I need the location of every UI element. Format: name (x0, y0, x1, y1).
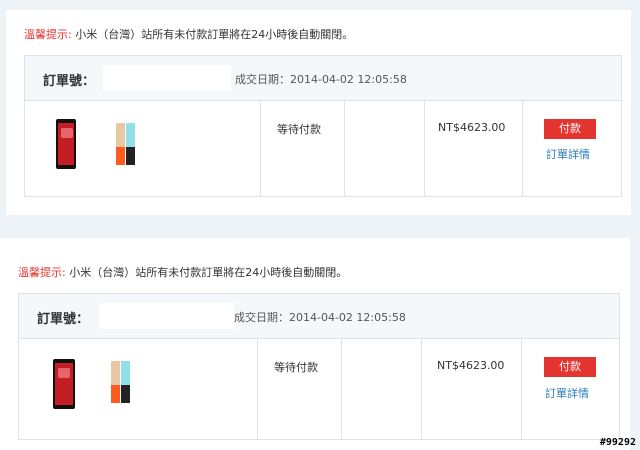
product-cell (25, 101, 261, 196)
phone-icon[interactable] (53, 359, 75, 409)
order-date: 成交日期：2014-04-02 12:05:58 (234, 311, 406, 324)
powerbank-icon[interactable] (111, 361, 120, 403)
empty-cell (341, 339, 422, 439)
pay-button[interactable]: 付款 (544, 357, 596, 377)
order-number-value (103, 65, 231, 91)
action-cell: 付款 訂單詳情 (521, 339, 619, 439)
notice-warning: 溫馨提示: (24, 28, 72, 41)
price-cell: NT$4623.00 (424, 101, 523, 196)
notice-warning: 溫馨提示: (18, 266, 66, 279)
status-cell: 等待付款 (260, 101, 345, 196)
powerbank-icon[interactable] (126, 123, 135, 165)
order-status: 等待付款 (277, 123, 321, 136)
order-header: 訂單號： 成交日期：2014-04-02 12:05:58 (25, 56, 621, 101)
order-row: 等待付款 NT$4623.00 付款 訂單詳情 (25, 101, 621, 196)
order-detail-link[interactable]: 訂單詳情 (545, 385, 589, 401)
action-cell: 付款 訂單詳情 (522, 101, 621, 196)
order-number-label: 訂單號： (37, 312, 90, 327)
powerbank-icon[interactable] (121, 361, 130, 403)
order-status: 等待付款 (274, 361, 318, 374)
pay-button[interactable]: 付款 (544, 119, 596, 139)
notice-message: 小米（台灣）站所有未付款訂單將在24小時後自動關閉。 (71, 28, 354, 41)
watermark: #99292 (599, 437, 636, 448)
order-price: NT$4623.00 (437, 359, 505, 372)
powerbank-icon[interactable] (116, 123, 125, 165)
phone-icon[interactable] (56, 119, 76, 169)
order-card: 訂單號： 成交日期：2014-04-02 12:05:58 等待付款 NT$46… (18, 293, 620, 440)
order-price: NT$4623.00 (438, 121, 506, 134)
empty-cell (344, 101, 425, 196)
notice-banner: 溫馨提示: 小米（台灣）站所有未付款訂單將在24小時後自動關閉。 (24, 26, 353, 42)
order-date: 成交日期：2014-04-02 12:05:58 (235, 73, 407, 86)
product-cell (19, 339, 258, 439)
order-panel: 溫馨提示: 小米（台灣）站所有未付款訂單將在24小時後自動關閉。 訂單號： 成交… (0, 238, 630, 450)
notice-message: 小米（台灣）站所有未付款訂單將在24小時後自動關閉。 (65, 266, 348, 279)
order-number-value (99, 303, 234, 329)
order-card: 訂單號： 成交日期：2014-04-02 12:05:58 等待付款 NT$46… (24, 55, 622, 197)
order-row: 等待付款 NT$4623.00 付款 訂單詳情 (19, 339, 619, 439)
price-cell: NT$4623.00 (421, 339, 522, 439)
order-number-label: 訂單號： (43, 74, 96, 89)
status-cell: 等待付款 (257, 339, 342, 439)
order-detail-link[interactable]: 訂單詳情 (546, 146, 590, 162)
notice-banner: 溫馨提示: 小米（台灣）站所有未付款訂單將在24小時後自動關閉。 (18, 264, 347, 280)
order-header: 訂單號： 成交日期：2014-04-02 12:05:58 (19, 294, 619, 339)
order-panel: 溫馨提示: 小米（台灣）站所有未付款訂單將在24小時後自動關閉。 訂單號： 成交… (6, 10, 631, 215)
